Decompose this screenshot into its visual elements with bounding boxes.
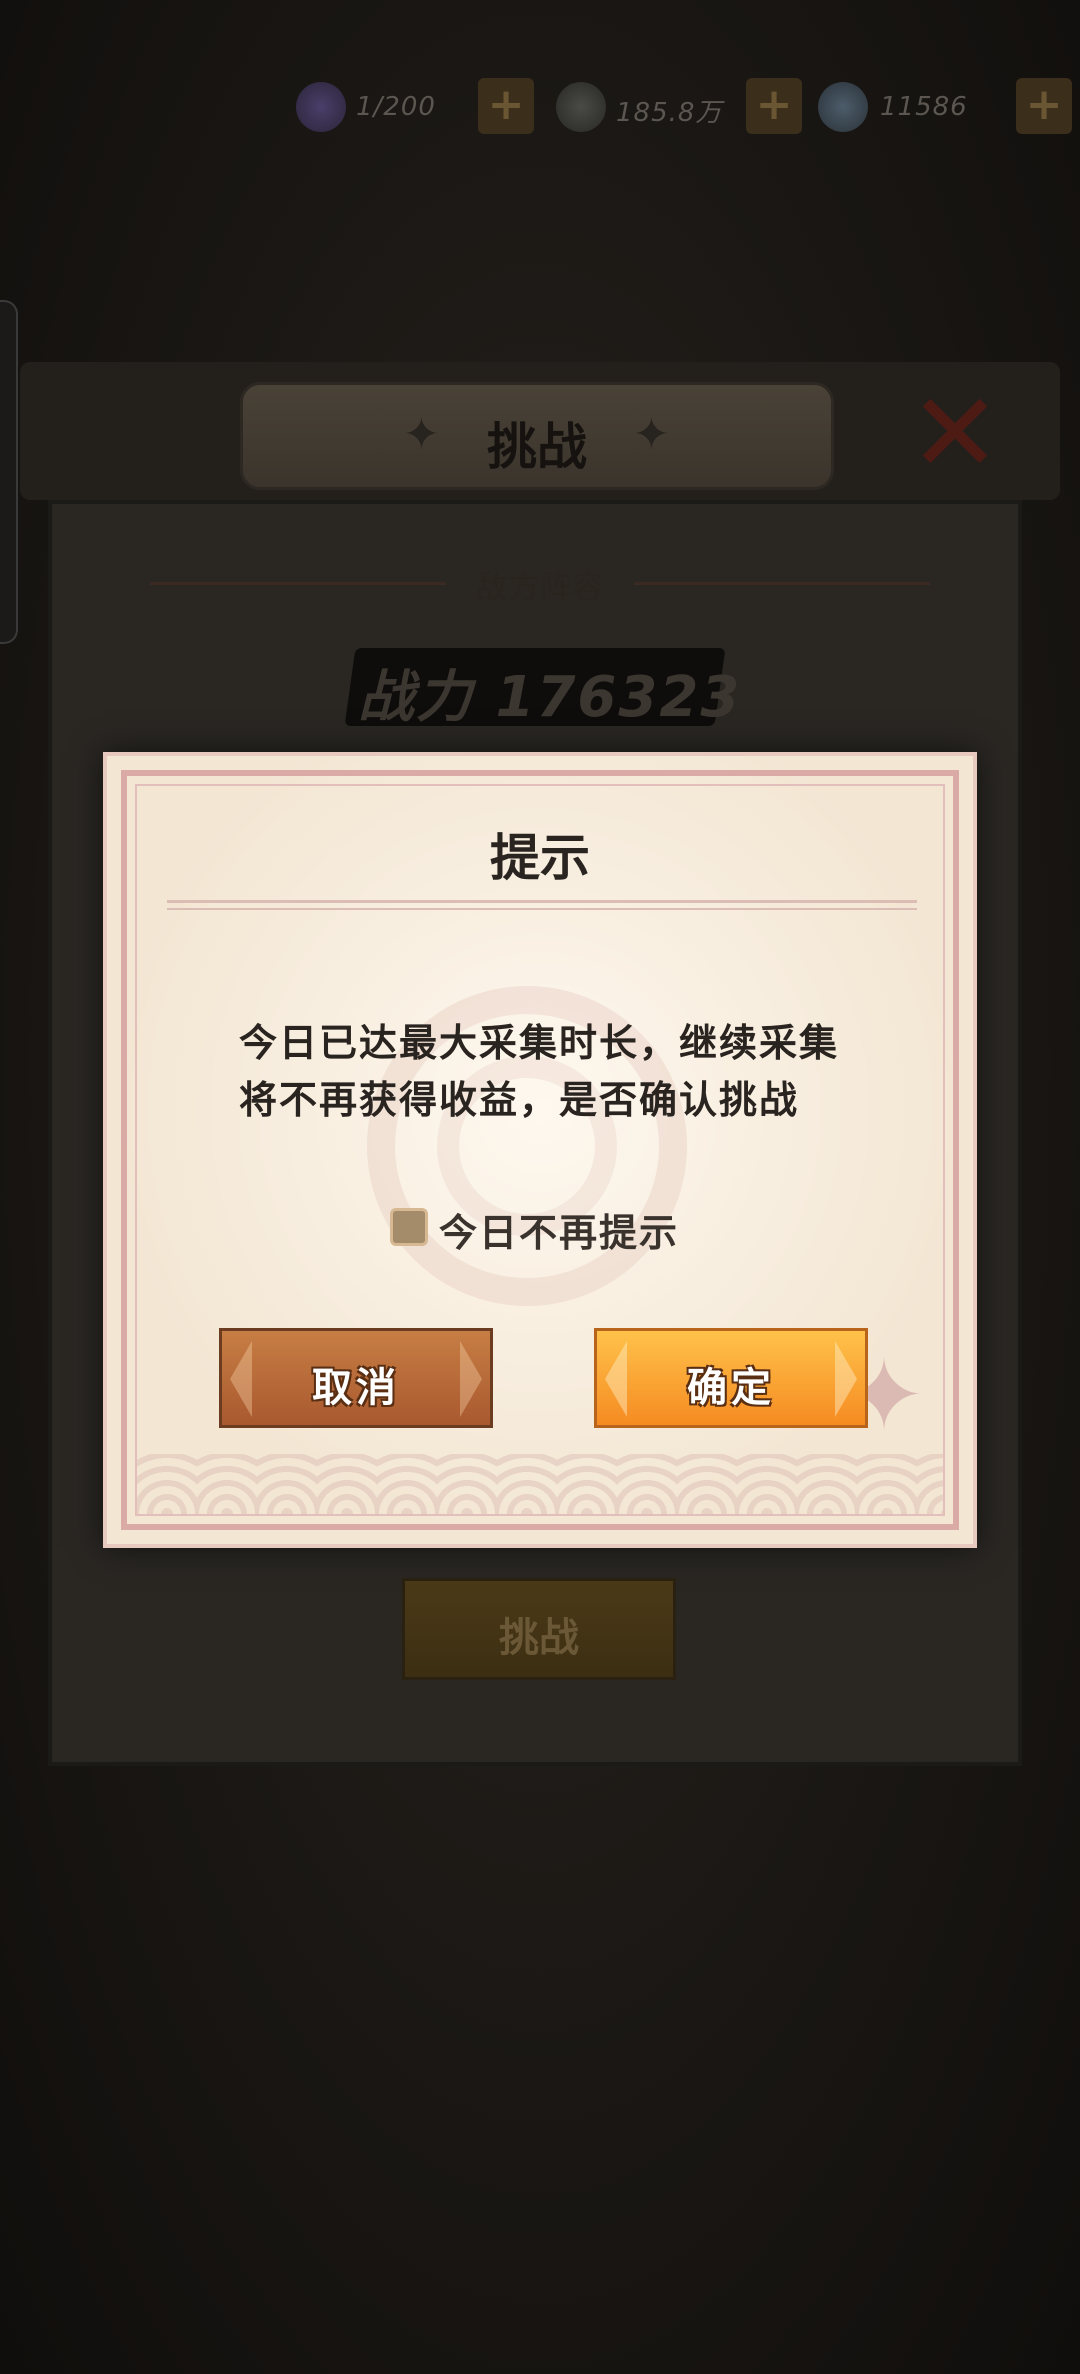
gem-icon [818, 82, 868, 132]
cancel-button[interactable]: 取消 [219, 1328, 493, 1428]
shuriken-right-icon: ✦ [633, 409, 670, 460]
challenge-button-label: 挑战 [499, 1615, 579, 1661]
dialog-message: 今日已达最大采集时长，继续采集将不再获得收益，是否确认挑战 [239, 1020, 840, 1122]
coins-value: 185.8万 [616, 98, 723, 128]
panel-title: 挑战 [487, 417, 587, 476]
enemy-lineup-text: 敌方阵容 [445, 568, 634, 606]
add-gems-button[interactable]: + [1016, 78, 1072, 134]
coin-icon [556, 82, 606, 132]
title-rule-bottom [167, 908, 917, 910]
cancel-button-label: 取消 [312, 1365, 400, 1411]
wave-pattern-decor [137, 1454, 943, 1514]
stamina-value: 1/200 [356, 92, 436, 122]
gems-value: 11586 [880, 92, 968, 122]
enemy-lineup-label: 敌方阵容 [0, 562, 1080, 608]
add-coins-button[interactable]: + [746, 78, 802, 134]
confirm-button[interactable]: 确定 [594, 1328, 868, 1428]
add-stamina-button[interactable]: + [478, 78, 534, 134]
dont-remind-checkbox[interactable] [390, 1208, 428, 1246]
challenge-button[interactable]: 挑战 [402, 1578, 676, 1680]
panel-title-banner: ✦ 挑战 ✦ [240, 382, 834, 490]
dialog-title: 提示 [490, 828, 590, 887]
stamina-orb-icon [296, 82, 346, 132]
dont-remind-label[interactable]: 今日不再提示 [439, 1202, 679, 1257]
title-rule-top [167, 900, 917, 903]
confirm-dialog: 提示 今日已达最大采集时长，继续采集将不再获得收益，是否确认挑战 今日不再提示 … [103, 752, 977, 1548]
close-icon[interactable]: ✕ [905, 378, 1005, 488]
confirm-button-label: 确定 [687, 1365, 775, 1411]
combat-power: 战力 176323 [358, 665, 742, 730]
